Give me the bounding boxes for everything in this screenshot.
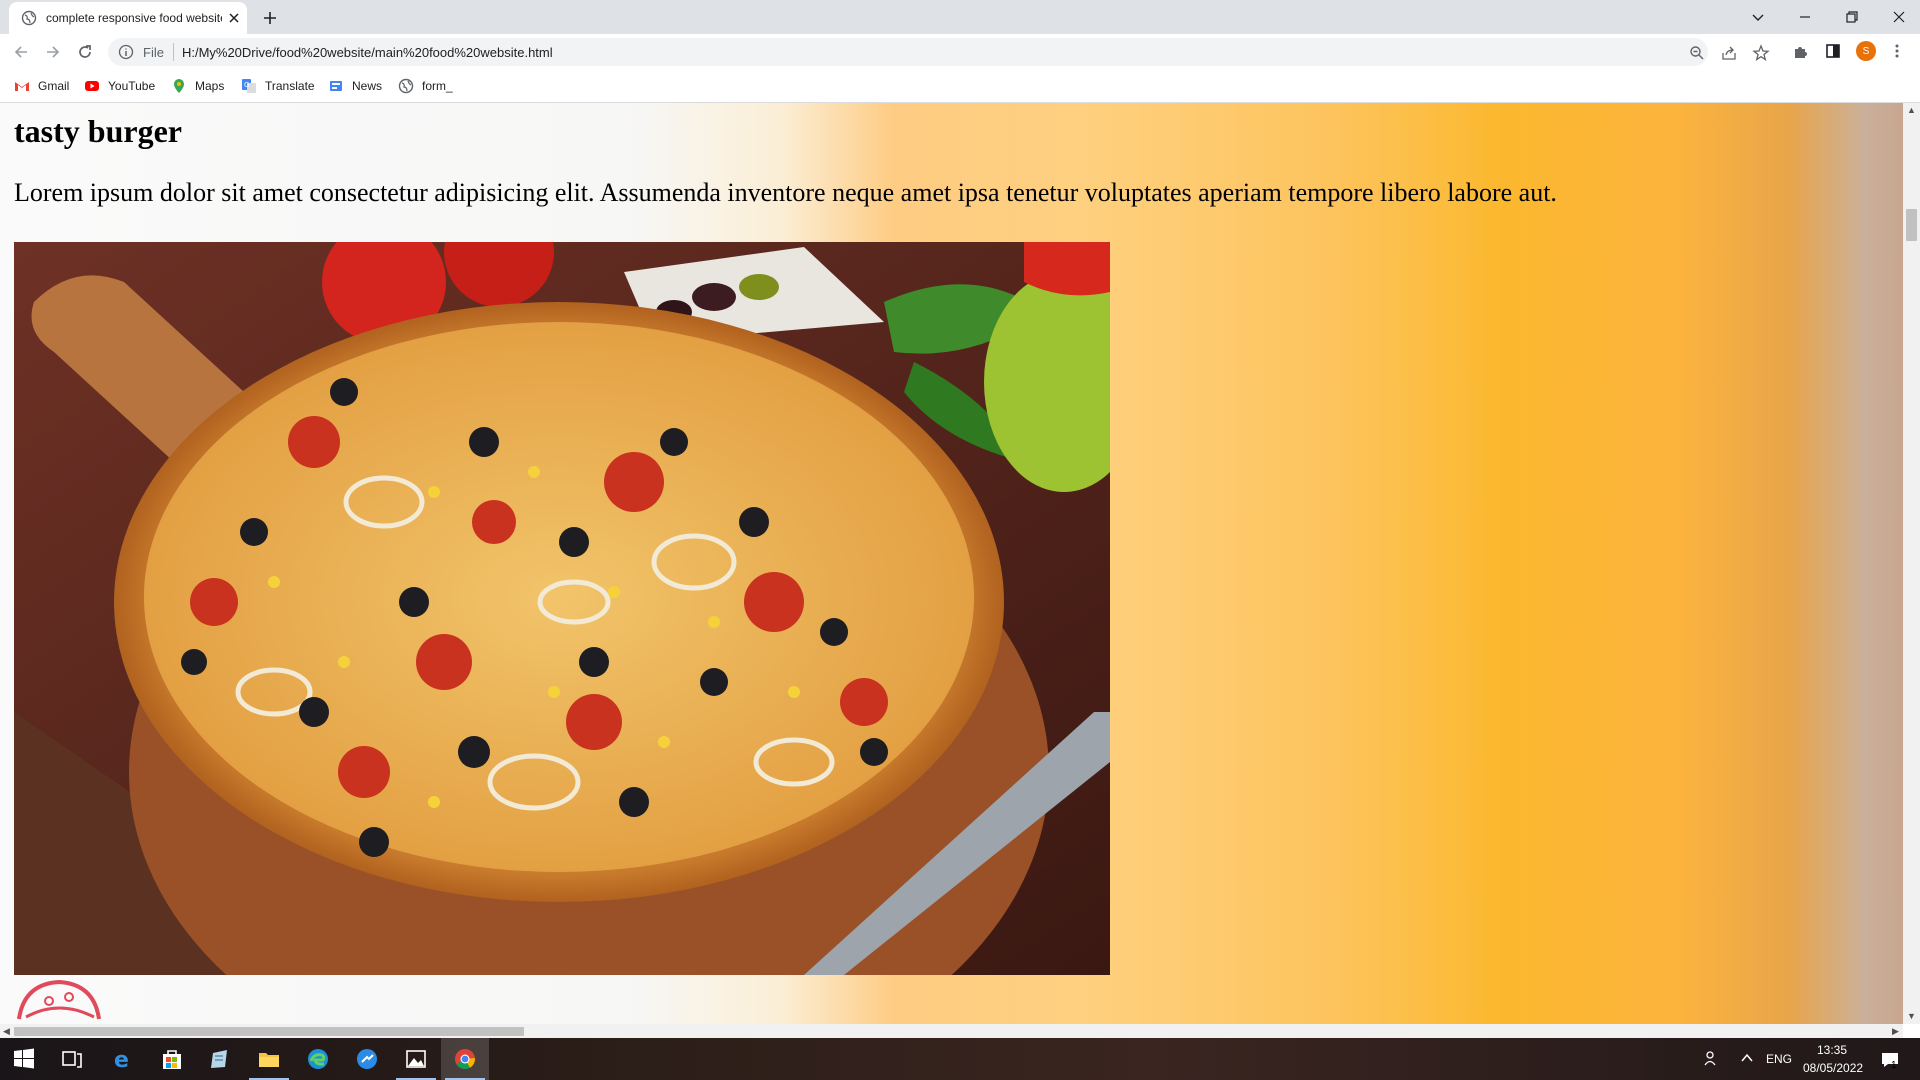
zoom-icon[interactable] (1688, 44, 1706, 62)
store-icon[interactable] (160, 1047, 184, 1071)
start-icon[interactable] (12, 1047, 36, 1071)
notification-count: 1 (1891, 1060, 1897, 1071)
close-window-icon[interactable] (1889, 7, 1909, 27)
bookmark-translate[interactable]: G Translate (241, 76, 315, 96)
bookmark-youtube[interactable]: YouTube (84, 76, 155, 96)
site-info-icon[interactable] (118, 44, 134, 60)
bookmark-label: News (352, 79, 383, 93)
scroll-left-arrow-icon[interactable]: ◀ (3, 1026, 10, 1037)
globe-icon (398, 78, 414, 94)
clock-time[interactable]: 13:35 (1817, 1043, 1847, 1057)
people-icon[interactable] (1703, 1049, 1721, 1067)
back-icon[interactable] (11, 42, 31, 62)
svg-text:e: e (114, 1048, 129, 1071)
address-bar[interactable]: File H:/My%20Drive/food%20website/main%2… (108, 38, 1770, 66)
bookmark-star-icon[interactable] (1752, 44, 1770, 62)
page-viewport: tasty burger Lorem ipsum dolor sit amet … (0, 103, 1903, 1024)
app-icon[interactable] (208, 1047, 232, 1071)
news-icon (330, 81, 342, 91)
forward-icon[interactable] (43, 42, 63, 62)
close-tab-icon[interactable] (226, 10, 242, 26)
bookmark-label: Maps (195, 79, 225, 93)
bookmark-label: Translate (265, 79, 315, 93)
share-icon[interactable] (1720, 44, 1738, 62)
chevron-up-icon[interactable] (1740, 1051, 1754, 1065)
taskbar (0, 1038, 1920, 1080)
bookmark-label: YouTube (108, 79, 156, 93)
profile-avatar[interactable]: S (1856, 41, 1876, 61)
translate-icon: G (242, 79, 256, 93)
notification-icon[interactable] (1880, 1050, 1900, 1070)
gmail-icon (15, 82, 29, 91)
bookmark-maps[interactable]: Maps (171, 76, 224, 96)
app-icon[interactable] (355, 1047, 379, 1071)
language-indicator[interactable]: ENG (1766, 1052, 1792, 1066)
tab-search-icon[interactable] (1748, 7, 1768, 27)
extensions-icon[interactable] (1792, 42, 1810, 60)
page-heading: tasty burger (14, 113, 182, 149)
scroll-down-arrow-icon[interactable]: ▼ (1907, 1011, 1916, 1021)
browser-toolbar: File H:/My%20Drive/food%20website/main%2… (0, 34, 1920, 70)
edge-icon[interactable] (306, 1047, 330, 1071)
vertical-scrollbar[interactable] (1903, 103, 1920, 1024)
globe-icon (21, 10, 37, 26)
task-view-icon[interactable] (60, 1047, 84, 1071)
clock-date[interactable]: 08/05/2022 (1803, 1061, 1863, 1075)
new-tab-icon[interactable] (260, 8, 280, 28)
file-explorer-icon[interactable] (257, 1047, 281, 1071)
minimize-icon[interactable] (1795, 7, 1815, 27)
youtube-icon (85, 81, 99, 91)
bookmark-form[interactable]: form_ (398, 76, 453, 96)
page-paragraph: Lorem ipsum dolor sit amet consectetur a… (14, 178, 1557, 207)
tab-strip: complete responsive food website (0, 0, 1920, 34)
bookmark-gmail[interactable]: Gmail (14, 76, 69, 96)
tab-title: complete responsive food website (46, 11, 222, 25)
address-url[interactable]: H:/My%20Drive/food%20website/main%20food… (182, 45, 553, 60)
side-panel-icon[interactable] (1824, 42, 1842, 60)
bookmark-label: Gmail (38, 79, 70, 93)
reload-icon[interactable] (75, 42, 95, 62)
bookmark-news[interactable]: News (328, 76, 382, 96)
horizontal-scroll-thumb[interactable] (14, 1027, 524, 1036)
scroll-up-arrow-icon[interactable]: ▲ (1907, 105, 1916, 115)
pizza-photo (14, 242, 1110, 975)
svg-text:G: G (244, 81, 249, 89)
maps-icon (174, 79, 184, 93)
bookmark-label: form_ (422, 79, 453, 93)
restore-icon[interactable] (1842, 7, 1862, 27)
address-scheme: File (143, 44, 164, 60)
edge-legacy-icon[interactable]: e (111, 1047, 135, 1071)
bookmarks-bar: Gmail YouTube Maps G Translate News form… (0, 70, 1920, 103)
chrome-icon[interactable] (453, 1047, 477, 1071)
pizza-logo-icon (17, 979, 101, 1020)
browser-tab[interactable]: complete responsive food website (9, 2, 247, 34)
scroll-right-arrow-icon[interactable]: ▶ (1892, 1026, 1899, 1037)
vertical-scroll-thumb[interactable] (1906, 209, 1917, 241)
address-separator (172, 43, 174, 61)
menu-kebab-icon[interactable] (1888, 42, 1906, 60)
photos-icon[interactable] (404, 1047, 428, 1071)
pizza-illustration (14, 242, 1110, 975)
